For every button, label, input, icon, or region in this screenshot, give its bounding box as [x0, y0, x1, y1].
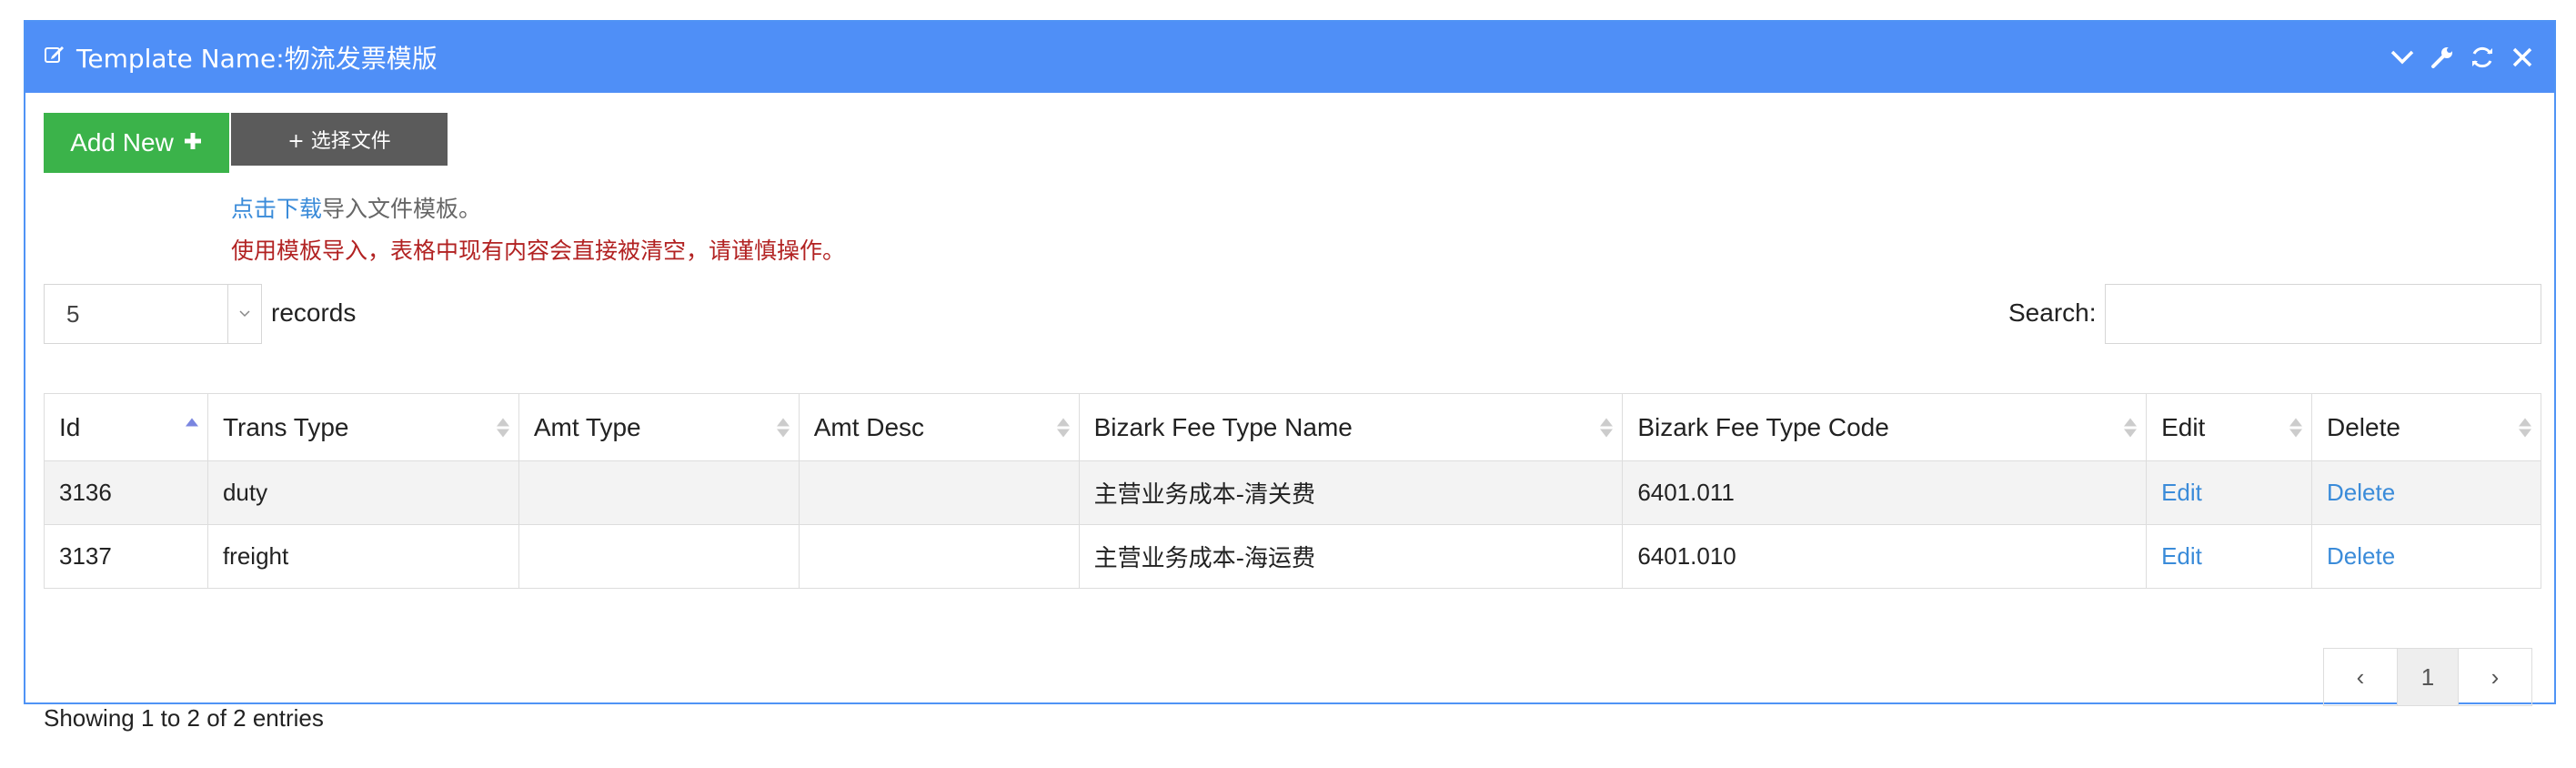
column-header-id[interactable]: Id — [44, 393, 208, 461]
close-icon[interactable] — [2509, 44, 2536, 71]
edit-icon — [44, 43, 65, 72]
cell-id: 3137 — [44, 524, 208, 589]
cell-trans-type: duty — [206, 460, 519, 525]
cell-edit: Edit — [2146, 524, 2313, 589]
column-header-fee-type-name[interactable]: Bizark Fee Type Name — [1078, 393, 1624, 461]
download-hint-text: 导入文件模板。 — [322, 196, 482, 222]
edit-link[interactable]: Edit — [2161, 542, 2202, 570]
sort-asc-icon — [185, 418, 198, 437]
cell-fee-type-code: 6401.011 — [1622, 460, 2148, 525]
cell-amt-desc — [798, 460, 1080, 525]
download-hint: 点击下载导入文件模板。 — [231, 191, 481, 224]
import-warning: 使用模板导入，表格中现有内容会直接被清空，请谨慎操作。 — [231, 237, 846, 264]
records-label: records — [271, 298, 357, 327]
add-new-label: Add New — [70, 128, 174, 157]
portlet-title: Template Name:物流发票模版 — [44, 39, 438, 76]
plus-icon — [183, 128, 203, 157]
cell-trans-type: freight — [206, 524, 519, 589]
column-header-trans-type[interactable]: Trans Type — [206, 393, 519, 461]
column-header-amt-desc[interactable]: Amt Desc — [798, 393, 1080, 461]
delete-link[interactable]: Delete — [2327, 479, 2395, 506]
portlet-header: Template Name:物流发票模版 — [25, 22, 2554, 93]
sort-icon — [2289, 418, 2303, 437]
wrench-icon[interactable] — [2429, 44, 2456, 71]
edit-link[interactable]: Edit — [2161, 479, 2202, 506]
template-portlet: Template Name:物流发票模版 Add New + 选择文件 点击下载… — [24, 20, 2556, 732]
column-header-edit[interactable]: Edit — [2146, 393, 2313, 461]
column-header-fee-type-code[interactable]: Bizark Fee Type Code — [1622, 393, 2148, 461]
pagination: ‹ 1 › — [2323, 648, 2532, 706]
cell-fee-type-name: 主营业务成本-清关费 — [1078, 460, 1624, 525]
fee-type-table: Id Trans Type Amt Type Amt Desc Bizark F… — [44, 393, 2541, 589]
table-info: Showing 1 to 2 of 2 entries — [44, 704, 324, 732]
sort-icon — [1056, 418, 1070, 437]
sort-icon — [776, 418, 790, 437]
sort-icon — [496, 418, 509, 437]
cell-amt-desc — [798, 524, 1080, 589]
next-page-button[interactable]: › — [2458, 649, 2531, 705]
cell-delete: Delete — [2311, 524, 2541, 589]
cell-fee-type-name: 主营业务成本-海运费 — [1078, 524, 1624, 589]
cell-fee-type-code: 6401.010 — [1622, 524, 2148, 589]
cell-delete: Delete — [2311, 460, 2541, 525]
cell-edit: Edit — [2146, 460, 2313, 525]
column-header-amt-type[interactable]: Amt Type — [518, 393, 800, 461]
portlet-title-text: Template Name:物流发票模版 — [76, 44, 438, 74]
add-new-button[interactable]: Add New — [44, 113, 229, 173]
page-button[interactable]: 1 — [2397, 649, 2458, 705]
table-row: 3137 freight 主营业务成本-海运费 6401.010 Edit De… — [44, 524, 2541, 589]
records-per-page-select[interactable]: 5 — [44, 284, 262, 344]
previous-page-button[interactable]: ‹ — [2324, 649, 2397, 705]
chevron-down-icon — [227, 285, 261, 343]
cell-amt-type — [518, 460, 800, 525]
cell-amt-type — [518, 524, 800, 589]
table-header-row: Id Trans Type Amt Type Amt Desc Bizark F… — [44, 393, 2541, 461]
download-template-link[interactable]: 点击下载 — [231, 196, 322, 222]
choose-file-button[interactable]: + 选择文件 — [231, 113, 448, 166]
delete-link[interactable]: Delete — [2327, 542, 2395, 570]
records-per-page-value: 5 — [66, 299, 80, 328]
search-input[interactable] — [2105, 284, 2541, 344]
search-label: Search: — [2008, 298, 2097, 327]
refresh-icon[interactable] — [2469, 44, 2496, 71]
column-header-delete[interactable]: Delete — [2311, 393, 2541, 461]
portlet-tools — [2389, 44, 2536, 71]
cell-id: 3136 — [44, 460, 208, 525]
sort-icon — [1600, 418, 1614, 437]
sort-icon — [2519, 418, 2531, 437]
sort-icon — [2124, 418, 2138, 437]
table-row: 3136 duty 主营业务成本-清关费 6401.011 Edit Delet… — [44, 460, 2541, 525]
chevron-down-icon[interactable] — [2389, 44, 2416, 71]
